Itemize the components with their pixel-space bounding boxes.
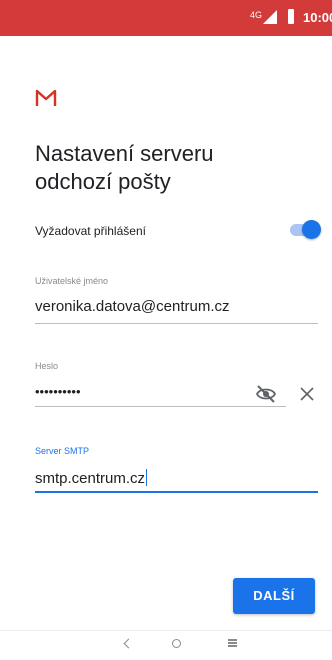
smtp-server-underline [35, 491, 318, 493]
status-bar: 4G 10:00 [0, 0, 332, 36]
username-underline [35, 323, 318, 324]
password-label: Heslo [35, 361, 59, 371]
page-title-line-1: Nastavení serveru [35, 141, 214, 166]
require-login-label: Vyžadovat přihlášení [35, 224, 146, 238]
back-icon[interactable] [123, 638, 134, 649]
eye-off-icon[interactable] [255, 384, 277, 404]
password-field[interactable]: •••••••••• [35, 384, 81, 399]
next-button[interactable]: DALŠÍ [233, 578, 315, 614]
password-underline [35, 406, 286, 407]
navigation-bar [0, 630, 332, 660]
text-caret [146, 469, 148, 486]
recents-icon[interactable] [228, 639, 237, 647]
home-icon[interactable] [172, 639, 181, 648]
page-title: Nastavení serveru odchozí pošty [35, 140, 295, 196]
username-label: Uživatelské jméno [35, 276, 109, 286]
require-login-toggle[interactable] [288, 220, 321, 240]
clock: 10:00 [303, 10, 332, 25]
network-type: 4G [250, 10, 263, 20]
toggle-thumb [302, 220, 321, 239]
smtp-server-label: Server SMTP [35, 446, 90, 456]
close-icon[interactable] [298, 385, 316, 403]
smtp-server-field[interactable]: smtp.centrum.cz [35, 469, 148, 487]
username-field[interactable]: veronika.datova@centrum.cz [35, 298, 229, 315]
page-title-line-2: odchozí pošty [35, 169, 171, 194]
smtp-server-value: smtp.centrum.cz [35, 470, 146, 487]
gmail-m-icon [35, 89, 57, 106]
battery-icon [288, 9, 294, 24]
signal-icon [263, 10, 277, 24]
